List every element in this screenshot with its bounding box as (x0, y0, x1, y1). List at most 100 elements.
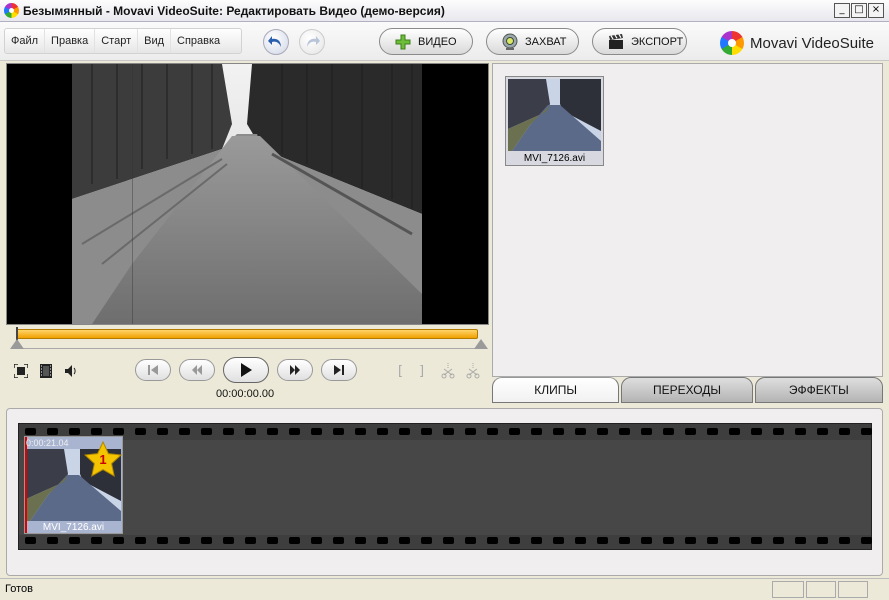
start-marker-handle[interactable] (10, 339, 24, 349)
webcam-icon (501, 33, 519, 51)
timeline-range-bar[interactable] (16, 329, 478, 339)
tab-transitions[interactable]: ПЕРЕХОДЫ (621, 377, 753, 403)
film-perforation (553, 537, 564, 544)
play-button[interactable] (223, 357, 269, 383)
film-perforation (839, 537, 850, 544)
film-perforation (157, 428, 168, 435)
close-button[interactable]: × (868, 3, 884, 18)
film-frame-icon[interactable] (37, 362, 55, 380)
timeline-slider[interactable] (8, 327, 488, 351)
split-icon[interactable] (465, 362, 481, 380)
status-cell (806, 581, 836, 598)
window-title: Безымянный - Movavi VideoSuite: Редактир… (23, 4, 445, 18)
film-perforation (311, 537, 322, 544)
film-perforation (641, 428, 652, 435)
menu-start[interactable]: Старт (94, 29, 137, 53)
film-perforation (575, 537, 586, 544)
road-scene-image (72, 64, 422, 324)
film-perforation (839, 428, 850, 435)
tab-clips[interactable]: КЛИПЫ (492, 377, 620, 403)
film-perforation (157, 537, 168, 544)
skip-start-icon (148, 365, 158, 375)
film-perforation (597, 428, 608, 435)
film-perforation (223, 537, 234, 544)
film-perforation (355, 428, 366, 435)
film-perforation (91, 537, 102, 544)
video-button-label: ВИДЕО (418, 35, 457, 48)
film-perforation (311, 428, 322, 435)
movavi-app-icon[interactable] (4, 3, 19, 18)
maximize-button[interactable]: □ (851, 3, 867, 18)
menu-file[interactable]: Файл (5, 29, 44, 53)
film-perforation (465, 537, 476, 544)
film-perforation (663, 428, 674, 435)
undo-button[interactable] (263, 29, 289, 55)
mark-out-icon[interactable]: ] (414, 362, 430, 380)
film-perforation (817, 537, 828, 544)
video-button[interactable]: ВИДЕО (379, 28, 473, 55)
film-perforations-top (19, 428, 873, 438)
film-perforation (47, 537, 58, 544)
film-perforation (201, 428, 212, 435)
redo-icon (307, 36, 320, 47)
film-perforation (245, 537, 256, 544)
film-perforation (223, 428, 234, 435)
end-marker-handle[interactable] (474, 339, 488, 349)
mark-in-icon[interactable]: [ (392, 362, 408, 380)
volume-icon[interactable] (62, 362, 80, 380)
film-perforation (707, 428, 718, 435)
redo-button[interactable] (299, 29, 325, 55)
film-perforation (333, 537, 344, 544)
film-perforation (729, 537, 740, 544)
video-preview[interactable] (6, 63, 489, 325)
film-perforation (751, 428, 762, 435)
playback-timecode: 00:00:00.00 (216, 388, 275, 400)
minimize-button[interactable]: _ (834, 3, 850, 18)
clips-panel: MVI_7126.avi (492, 63, 883, 377)
film-perforation (773, 537, 784, 544)
film-perforation (333, 428, 344, 435)
film-perforation (795, 537, 806, 544)
undo-icon (268, 36, 281, 47)
go-to-end-button[interactable] (321, 359, 357, 381)
film-perforation (377, 537, 388, 544)
film-perforation (619, 428, 630, 435)
film-perforation (69, 428, 80, 435)
menu-view[interactable]: Вид (137, 29, 170, 53)
film-perforation (179, 428, 190, 435)
previous-frame-button[interactable] (179, 359, 215, 381)
movavi-logo-icon (720, 31, 744, 55)
film-perforation (729, 428, 740, 435)
film-perforation (289, 537, 300, 544)
fast-forward-icon (290, 365, 300, 375)
film-perforation (861, 428, 872, 435)
go-to-start-button[interactable] (135, 359, 171, 381)
cut-icon[interactable] (440, 362, 456, 380)
status-text: Готов (5, 583, 33, 595)
film-perforation (355, 537, 366, 544)
film-perforation (509, 428, 520, 435)
playhead-marker (25, 437, 27, 533)
film-perforation (421, 537, 432, 544)
film-perforation (267, 537, 278, 544)
plus-icon (394, 33, 412, 51)
export-button[interactable]: ЭКСПОРТ (592, 28, 687, 55)
film-perforation (509, 537, 520, 544)
tab-effects[interactable]: ЭФФЕКТЫ (754, 377, 884, 403)
film-perforation (751, 537, 762, 544)
film-perforation (553, 428, 564, 435)
film-perforation (25, 537, 36, 544)
clip-thumbnail[interactable]: MVI_7126.avi (505, 76, 604, 166)
film-perforation (685, 428, 696, 435)
capture-button[interactable]: ЗАХВАТ (486, 28, 579, 55)
next-frame-button[interactable] (277, 359, 313, 381)
film-perforation (817, 428, 828, 435)
menu-help[interactable]: Справка (170, 29, 226, 53)
skip-end-icon (334, 365, 344, 375)
menu-edit[interactable]: Правка (44, 29, 94, 53)
export-button-label: ЭКСПОРТ (631, 35, 684, 48)
fullscreen-icon[interactable] (12, 362, 30, 380)
film-strip-band (19, 440, 871, 535)
storyboard-clip-duration: 0:00:21.04 (26, 438, 69, 448)
storyboard-filmstrip[interactable] (18, 423, 872, 550)
